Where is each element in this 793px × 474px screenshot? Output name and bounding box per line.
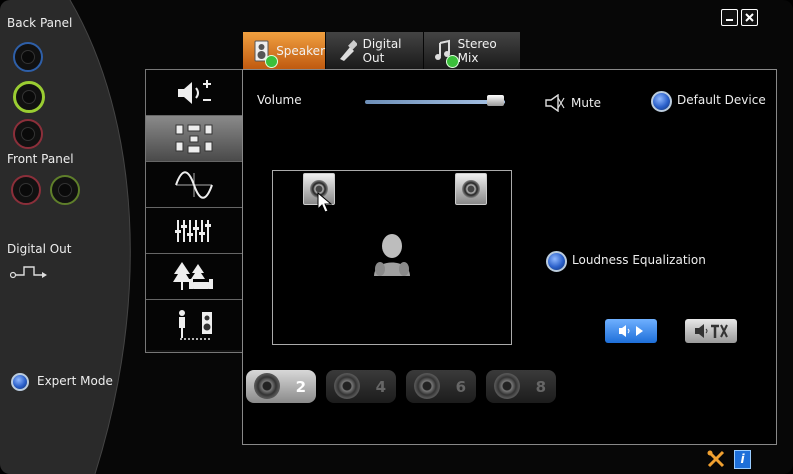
surround-speakers-icon xyxy=(175,124,213,153)
sine-wave-icon xyxy=(175,170,213,199)
tab-speaker-label: Speaker xyxy=(276,43,325,58)
front-panel-label: Front Panel xyxy=(7,152,74,166)
check-badge-icon xyxy=(265,55,278,68)
speaker-cone-icon xyxy=(494,373,520,399)
side-tab-waveform[interactable] xyxy=(146,162,242,208)
mute-speaker-icon[interactable] xyxy=(544,94,566,112)
channel-2-label: 2 xyxy=(295,377,306,396)
mouse-cursor-icon xyxy=(317,191,333,213)
volume-label: Volume xyxy=(257,93,302,107)
volume-slider-thumb[interactable] xyxy=(487,95,505,106)
side-tab-equalizer[interactable] xyxy=(146,208,242,254)
side-tab-environment[interactable] xyxy=(146,254,242,300)
back-jack-red[interactable] xyxy=(13,119,43,149)
tab-stereo-mix[interactable]: Stereo Mix xyxy=(424,32,520,69)
tab-digital-out-label: Digital Out xyxy=(362,36,402,65)
loudness-equalization-label[interactable]: Loudness Equalization xyxy=(572,253,706,267)
back-jack-green[interactable] xyxy=(13,81,45,113)
minimize-button[interactable] xyxy=(721,9,738,26)
speaker-cone-icon xyxy=(462,180,480,198)
front-right-speaker[interactable] xyxy=(455,173,487,205)
speaker-cone-icon xyxy=(334,373,360,399)
channel-8-label: 8 xyxy=(535,377,546,396)
speaker-cone-icon xyxy=(254,373,280,399)
channel-6-button[interactable]: 6 xyxy=(406,370,476,403)
channel-4-button[interactable]: 4 xyxy=(326,370,396,403)
minimize-icon xyxy=(726,19,733,21)
side-tab-volume[interactable] xyxy=(146,70,242,116)
channel-8-button[interactable]: 8 xyxy=(486,370,556,403)
default-device-button[interactable] xyxy=(651,91,672,112)
digital-out-plug-icon xyxy=(340,39,357,61)
speaker-volume-icon xyxy=(178,79,211,104)
listener-head-icon xyxy=(374,234,410,276)
equalizer-icon xyxy=(175,219,211,242)
side-tab-room-correction[interactable] xyxy=(146,300,242,350)
back-panel-label: Back Panel xyxy=(7,16,73,30)
play-test-button[interactable] xyxy=(605,319,657,343)
tab-stereo-mix-label: Stereo Mix xyxy=(457,36,497,65)
back-jack-blue[interactable] xyxy=(13,42,43,72)
default-device-label[interactable]: Default Device xyxy=(677,93,766,107)
play-speaker-icon xyxy=(619,325,643,337)
info-icon[interactable]: i xyxy=(734,450,751,469)
expert-mode-label[interactable]: Expert Mode xyxy=(37,374,113,388)
front-jack-red[interactable] xyxy=(11,175,41,205)
loudness-equalization-button[interactable] xyxy=(546,251,567,272)
app-window: Back Panel Front Panel Digital Out Exper… xyxy=(0,0,793,474)
close-button[interactable] xyxy=(741,9,758,26)
front-jack-green[interactable] xyxy=(50,175,80,205)
speaker-cone-icon xyxy=(414,373,440,399)
tab-digital-out[interactable]: Digital Out xyxy=(326,32,423,69)
digital-out-label: Digital Out xyxy=(7,242,72,256)
channel-6-label: 6 xyxy=(455,377,466,396)
tools-icon[interactable] xyxy=(707,450,725,468)
channel-4-label: 4 xyxy=(375,377,386,396)
channel-2-button[interactable]: 2 xyxy=(246,370,316,403)
room-correction-icon xyxy=(179,310,212,340)
speaker-settings-button[interactable] xyxy=(685,319,737,343)
check-badge-icon xyxy=(446,55,459,68)
tab-speaker[interactable]: Speaker xyxy=(243,32,325,69)
side-tab-bar xyxy=(145,69,245,353)
mute-label[interactable]: Mute xyxy=(571,96,601,110)
digital-signal-icon xyxy=(10,266,47,279)
environment-trees-icon xyxy=(173,261,213,290)
side-tab-speaker-config[interactable] xyxy=(146,116,242,162)
expert-mode-radio[interactable] xyxy=(11,373,29,391)
volume-slider[interactable] xyxy=(365,100,505,104)
speaker-tools-icon xyxy=(695,324,728,338)
close-icon xyxy=(745,13,754,22)
